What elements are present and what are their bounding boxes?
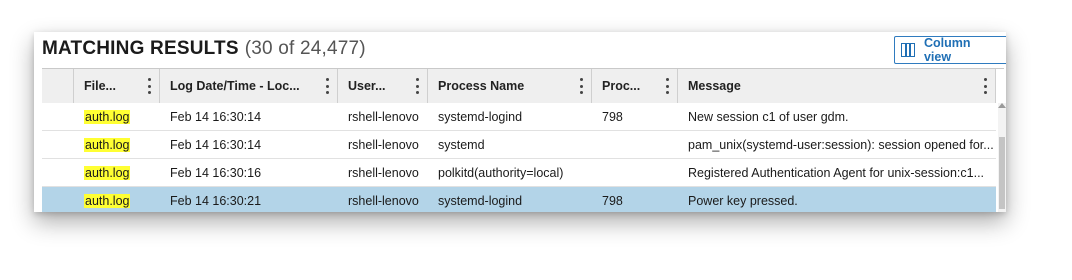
kebab-menu-icon[interactable] (579, 78, 583, 94)
table-body: auth.log Feb 14 16:30:14 rshell-lenovo s… (42, 103, 996, 212)
page-title: MATCHING RESULTS (30 of 24,477) (42, 38, 366, 60)
cell-pid: 798 (602, 193, 623, 208)
kebab-menu-icon[interactable] (415, 78, 419, 94)
cell-user: rshell-lenovo (348, 165, 419, 180)
file-highlight: auth.log (84, 165, 131, 180)
cell-message: Registered Authentication Agent for unix… (688, 165, 985, 180)
column-view-button[interactable]: Column view (894, 36, 1006, 64)
cell-process: systemd-logind (438, 109, 523, 124)
results-title: MATCHING RESULTS (42, 38, 239, 59)
column-header-file[interactable]: File... (74, 69, 160, 103)
cell-process: systemd (438, 137, 485, 152)
cell-datetime: Feb 14 16:30:14 (170, 137, 262, 152)
cell-message: Power key pressed. (688, 193, 798, 208)
results-panel: MATCHING RESULTS (30 of 24,477) Column vi… (34, 32, 1006, 212)
scroll-up-icon[interactable] (998, 103, 1006, 108)
column-header-label: Message (688, 79, 741, 93)
column-header-datetime[interactable]: Log Date/Time - Loc... (160, 69, 338, 103)
column-header-gutter (42, 69, 74, 103)
column-header-label: Proc... (602, 79, 641, 93)
cell-message: New session c1 of user gdm. (688, 109, 849, 124)
cell-process: systemd-logind (438, 193, 523, 208)
table-row[interactable]: auth.log Feb 14 16:30:14 rshell-lenovo s… (42, 103, 996, 131)
kebab-menu-icon[interactable] (983, 78, 987, 94)
cell-datetime: Feb 14 16:30:21 (170, 193, 262, 208)
results-count: (30 of 24,477) (244, 38, 366, 59)
table-header: File... Log Date/Time - Loc... User... P… (42, 69, 996, 104)
column-header-label: Process Name (438, 79, 525, 93)
cell-pid: 798 (602, 109, 623, 124)
cell-user: rshell-lenovo (348, 193, 419, 208)
cell-file: auth.log (74, 109, 160, 124)
results-table: File... Log Date/Time - Loc... User... P… (42, 68, 1006, 212)
results-header: MATCHING RESULTS (30 of 24,477) Column vi… (42, 36, 1006, 64)
kebab-menu-icon[interactable] (665, 78, 669, 94)
cell-datetime: Feb 14 16:30:14 (170, 109, 262, 124)
cell-process: polkitd(authority=local) (438, 165, 564, 180)
cell-file: auth.log (74, 165, 160, 180)
column-view-icon (901, 43, 915, 57)
column-header-label: User... (348, 79, 386, 93)
kebab-menu-icon[interactable] (147, 78, 151, 94)
column-view-label: Column view (923, 36, 971, 64)
column-header-process-name[interactable]: Process Name (428, 69, 592, 103)
file-highlight: auth.log (84, 137, 131, 152)
column-header-message[interactable]: Message (678, 69, 996, 103)
file-highlight: auth.log (84, 109, 131, 124)
column-header-pid[interactable]: Proc... (592, 69, 678, 103)
cell-user: rshell-lenovo (348, 137, 419, 152)
kebab-menu-icon[interactable] (325, 78, 329, 94)
cell-file: auth.log (74, 137, 160, 152)
vertical-scrollbar[interactable] (998, 103, 1006, 212)
cell-datetime: Feb 14 16:30:16 (170, 165, 262, 180)
cell-message: pam_unix(systemd-user:session): session … (688, 137, 994, 152)
table-row-selected[interactable]: auth.log Feb 14 16:30:21 rshell-lenovo s… (42, 187, 996, 212)
cell-file: auth.log (74, 193, 160, 208)
table-row[interactable]: auth.log Feb 14 16:30:14 rshell-lenovo s… (42, 131, 996, 159)
column-header-label: Log Date/Time - Loc... (170, 79, 300, 93)
table-row[interactable]: auth.log Feb 14 16:30:16 rshell-lenovo p… (42, 159, 996, 187)
file-highlight: auth.log (84, 193, 131, 208)
cell-user: rshell-lenovo (348, 109, 419, 124)
scrollbar-thumb[interactable] (999, 137, 1005, 209)
column-header-label: File... (84, 79, 116, 93)
column-header-user[interactable]: User... (338, 69, 428, 103)
